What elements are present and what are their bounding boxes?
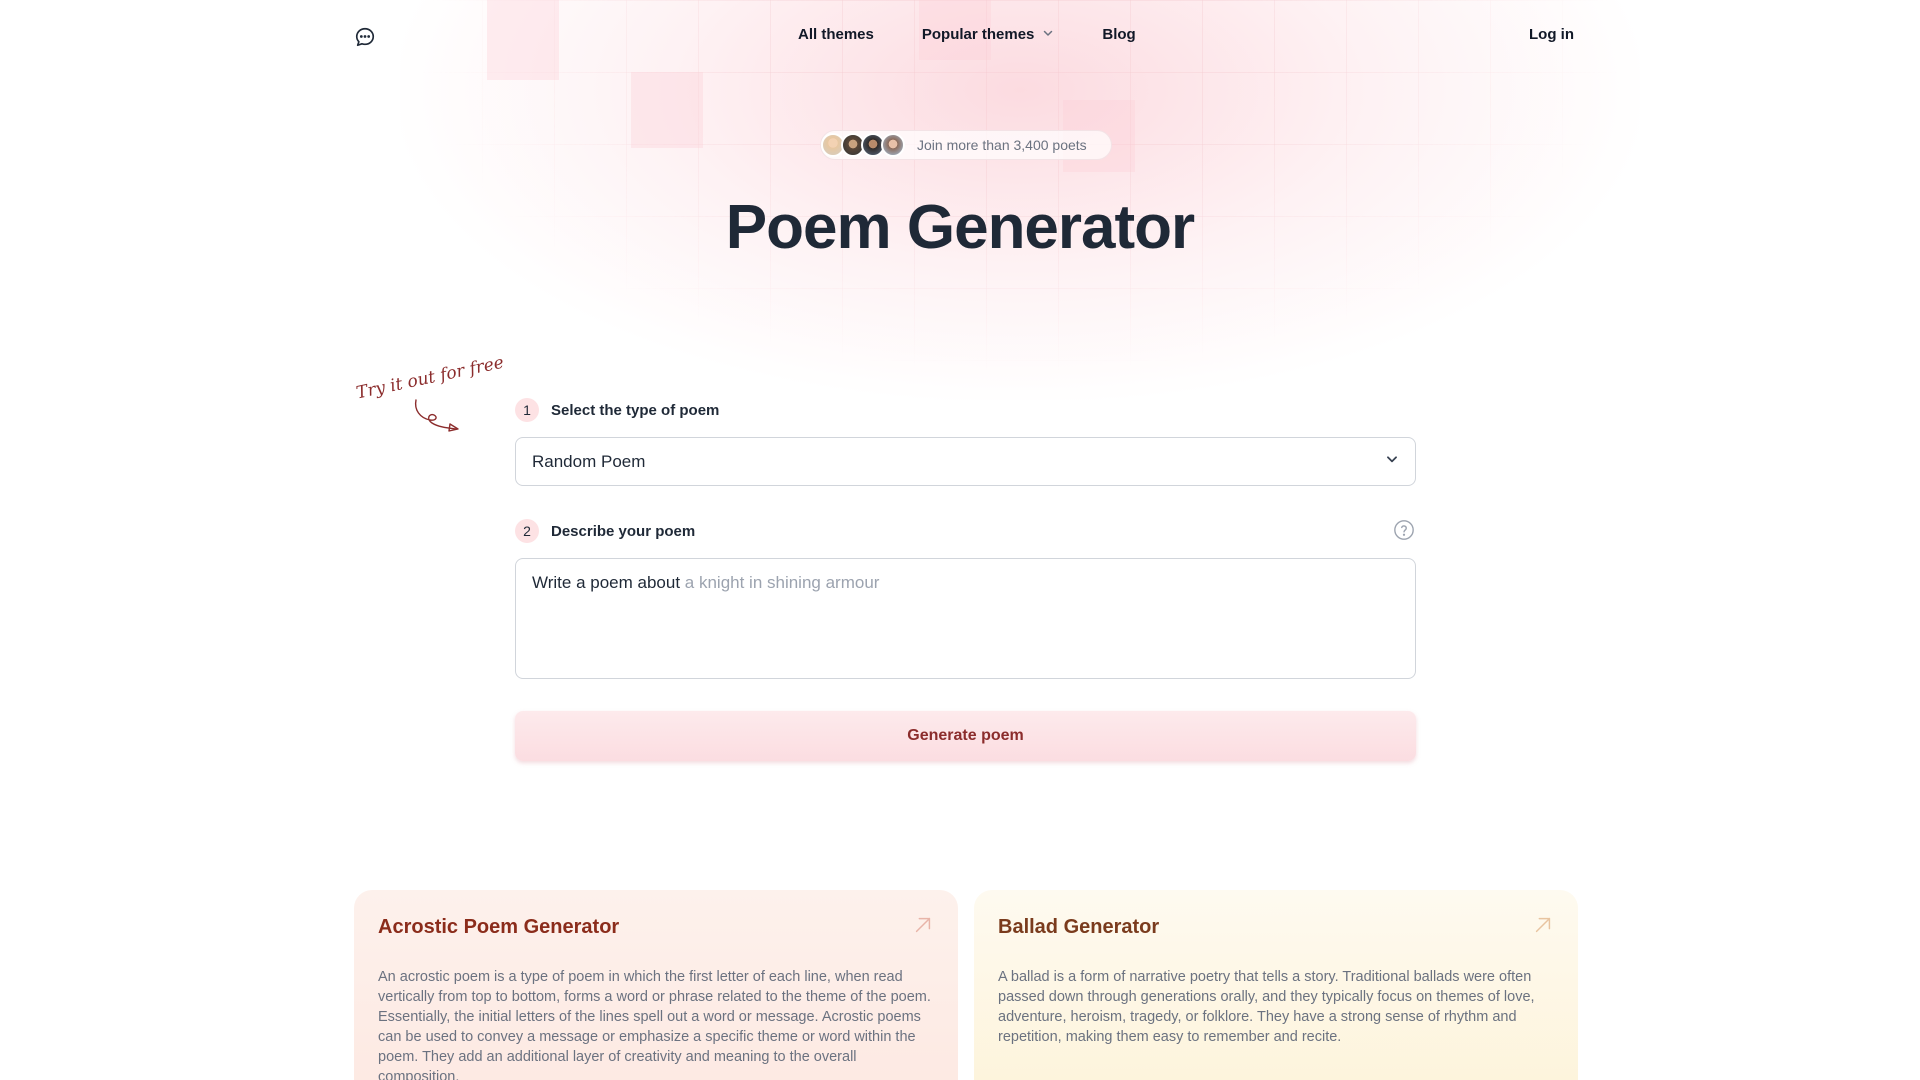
help-icon[interactable] (1393, 519, 1415, 541)
poem-type-select[interactable]: Random Poem (515, 437, 1416, 486)
step-label: Describe your poem (551, 522, 696, 540)
card-title: Acrostic Poem Generator (378, 916, 620, 938)
ballad-generator-card[interactable]: Ballad Generator A ballad is a form of n… (974, 890, 1578, 1080)
social-proof-pill: Join more than 3,400 poets (820, 130, 1112, 160)
nav-link-label: Blog (1102, 26, 1136, 43)
nav-link-popular-themes[interactable]: Popular themes (922, 26, 1055, 43)
textarea-prefix: Write a poem about (532, 573, 681, 592)
arrow-up-right-icon (1532, 914, 1554, 936)
poem-type-selected-value: Random Poem (532, 451, 646, 471)
step-2-header: 2 Describe your poem (515, 519, 695, 543)
step-number-badge: 2 (515, 519, 539, 543)
chat-bubble-icon[interactable] (354, 26, 376, 48)
nav-link-blog[interactable]: Blog (1102, 26, 1135, 43)
avatar-group (821, 133, 905, 157)
card-title: Ballad Generator (998, 916, 1160, 938)
nav-links: All themes Popular themes Blog (798, 26, 1136, 43)
step-number-badge: 1 (515, 398, 539, 422)
nav-link-label: All themes (798, 26, 874, 43)
card-description: An acrostic poem is a type of poem in wh… (378, 969, 931, 1080)
curly-arrow-icon (410, 398, 474, 451)
social-proof-text: Join more than 3,400 poets (917, 137, 1087, 153)
chevron-down-icon (1042, 26, 1054, 43)
step-label: Select the type of poem (551, 401, 720, 419)
arrow-up-right-icon (912, 914, 934, 936)
card-description: A ballad is a form of narrative poetry t… (998, 969, 1535, 1045)
nav-link-label: Popular themes (921, 26, 1035, 43)
step-1-header: 1 Select the type of poem (515, 398, 719, 422)
nav-link-all-themes[interactable]: All themes (798, 26, 874, 43)
grid-tile (631, 72, 703, 148)
chevron-down-icon (1385, 452, 1399, 471)
generate-poem-button[interactable]: Generate poem (515, 711, 1416, 761)
poem-description-textarea[interactable]: Write a poem about a knight in shining a… (515, 558, 1416, 679)
top-navigation: All themes Popular themes Blog Log in (352, 0, 1576, 72)
textarea-placeholder: a knight in shining armour (684, 573, 880, 592)
avatar (881, 133, 905, 157)
page-title: Poem Generator (725, 193, 1195, 262)
acrostic-generator-card[interactable]: Acrostic Poem Generator An acrostic poem… (354, 890, 958, 1080)
login-link[interactable]: Log in (1529, 26, 1574, 43)
